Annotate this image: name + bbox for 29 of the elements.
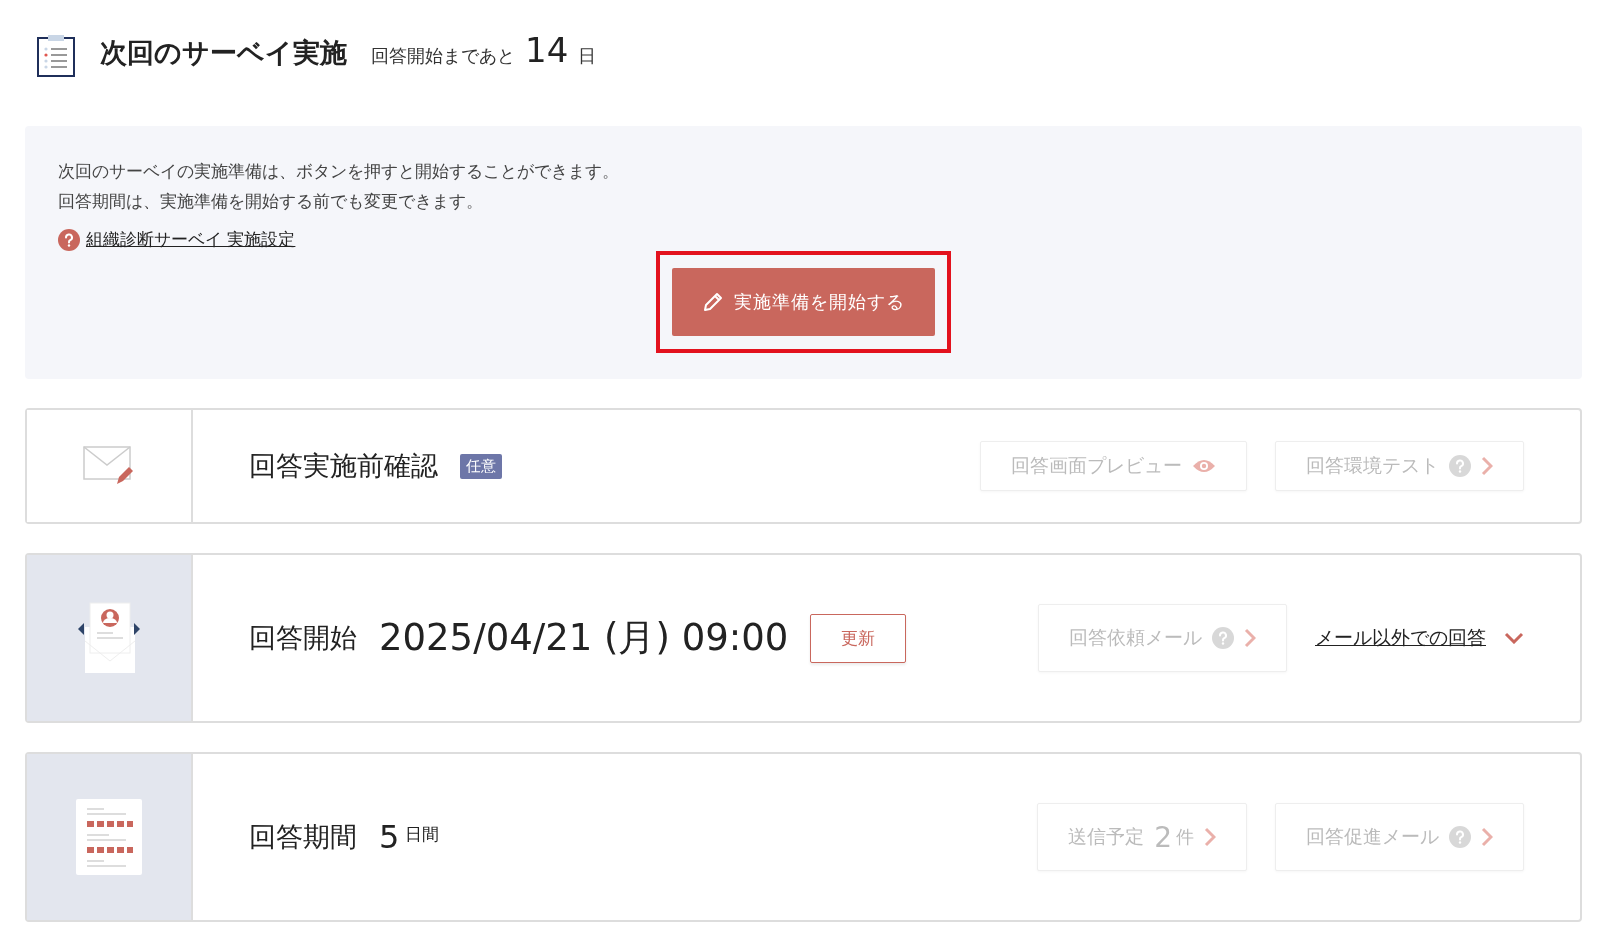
step-title: 回答開始 — [249, 621, 357, 655]
step-title: 回答期間 — [249, 820, 357, 854]
optional-tag: 任意 — [460, 453, 502, 479]
other-answer-link[interactable]: メール以外での回答 — [1315, 625, 1486, 651]
step-title: 回答実施前確認 — [249, 449, 438, 483]
chevron-right-icon — [1204, 827, 1216, 847]
pencil-icon — [702, 291, 724, 313]
notice-text: 回答期間は、実施準備を開始する前でも変更できます。 — [58, 190, 484, 213]
help-icon — [58, 228, 80, 251]
chevron-right-icon — [1244, 628, 1256, 648]
step-unit: 日間 — [405, 823, 440, 846]
page-title: 次回のサーベイ実施 — [100, 36, 347, 70]
notice-text: 次回のサーベイの実施準備は、ボタンを押すと開始することができます。 — [58, 160, 620, 183]
countdown-label: 回答開始まであと — [371, 44, 515, 68]
step-value: 2025/04/21 (月) 09:00 — [379, 615, 789, 661]
step-value: 5 — [379, 818, 400, 856]
eye-icon — [1192, 458, 1216, 474]
countdown-value: 14 — [525, 30, 569, 70]
envelope-person-icon — [77, 601, 141, 675]
chevron-icon[interactable] — [1504, 632, 1524, 644]
start-preparation-button[interactable]: 実施準備を開始する — [672, 268, 935, 336]
countdown-unit: 日 — [578, 44, 597, 68]
settings-link[interactable]: 組織診断サーベイ 実施設定 — [86, 228, 296, 251]
checklist-icon — [36, 34, 76, 78]
chevron-right-icon — [1481, 827, 1493, 847]
form-icon — [76, 799, 142, 875]
update-button[interactable]: 更新 — [810, 613, 907, 663]
envelope-pencil-icon — [83, 446, 135, 486]
chevron-right-icon — [1481, 456, 1493, 476]
